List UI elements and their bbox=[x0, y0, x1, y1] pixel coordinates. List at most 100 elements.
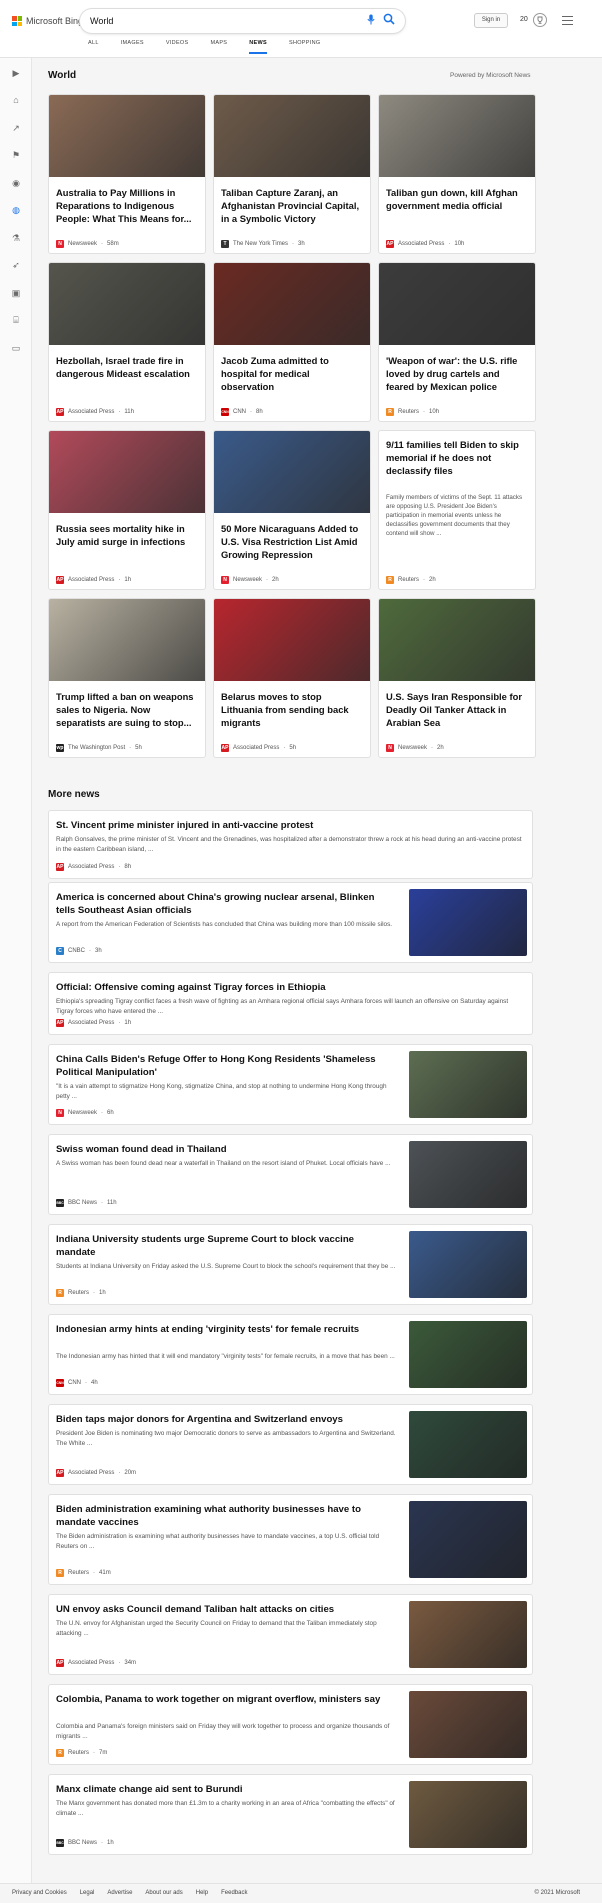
news-card-image[interactable] bbox=[214, 95, 370, 177]
news-card-image[interactable] bbox=[379, 263, 535, 345]
list-item-title[interactable]: Colombia, Panama to work together on mig… bbox=[56, 1693, 396, 1706]
news-card[interactable]: Hezbollah, Israel trade fire in dangerou… bbox=[48, 262, 206, 422]
list-item[interactable]: Manx climate change aid sent to Burundi T… bbox=[48, 1774, 533, 1855]
news-card[interactable]: Australia to Pay Millions in Reparations… bbox=[48, 94, 206, 254]
list-item-title[interactable]: Swiss woman found dead in Thailand bbox=[56, 1143, 396, 1156]
news-card-title[interactable]: Jacob Zuma admitted to hospital for medi… bbox=[221, 354, 365, 393]
list-item-title[interactable]: UN envoy asks Council demand Taliban hal… bbox=[56, 1603, 396, 1616]
list-item-title[interactable]: Official: Offensive coming against Tigra… bbox=[56, 981, 526, 994]
list-item-source[interactable]: R Reuters · 7m bbox=[56, 1749, 107, 1757]
news-card[interactable]: U.S. Says Iran Responsible for Deadly Oi… bbox=[378, 598, 536, 758]
news-card[interactable]: Trump lifted a ban on weapons sales to N… bbox=[48, 598, 206, 758]
tab-news[interactable]: NEWS bbox=[249, 40, 267, 54]
list-item[interactable]: America is concerned about China's growi… bbox=[48, 882, 533, 963]
expand-icon[interactable]: ▶ bbox=[9, 66, 23, 80]
list-item-source[interactable]: C CNBC · 3h bbox=[56, 947, 102, 955]
news-card-source[interactable]: N Newsweek · 58m bbox=[56, 240, 119, 248]
news-card[interactable]: Jacob Zuma admitted to hospital for medi… bbox=[213, 262, 371, 422]
news-card-image[interactable] bbox=[214, 263, 370, 345]
news-card-title[interactable]: Belarus moves to stop Lithuania from sen… bbox=[221, 690, 365, 729]
news-card-title[interactable]: Hezbollah, Israel trade fire in dangerou… bbox=[56, 354, 200, 380]
news-card[interactable]: Russia sees mortality hike in July amid … bbox=[48, 430, 206, 590]
list-item[interactable]: Biden administration examining what auth… bbox=[48, 1494, 533, 1585]
news-card-image[interactable] bbox=[49, 431, 205, 513]
hamburger-menu-icon[interactable] bbox=[562, 16, 573, 27]
search-input[interactable] bbox=[90, 14, 350, 28]
trending-icon[interactable]: ↗ bbox=[9, 121, 23, 135]
tab-all[interactable]: ALL bbox=[88, 40, 99, 54]
home-icon[interactable]: ⌂ bbox=[9, 93, 23, 107]
sign-in-button[interactable]: Sign in bbox=[474, 13, 508, 28]
tab-images[interactable]: IMAGES bbox=[121, 40, 144, 54]
news-card-image[interactable] bbox=[49, 263, 205, 345]
list-item-source[interactable]: AP Associated Press · 20m bbox=[56, 1469, 136, 1477]
list-item[interactable]: St. Vincent prime minister injured in an… bbox=[48, 810, 533, 879]
list-item-title[interactable]: St. Vincent prime minister injured in an… bbox=[56, 819, 526, 832]
list-item-source[interactable]: AP Associated Press · 34m bbox=[56, 1659, 136, 1667]
list-item-source[interactable]: BBC BBC News · 11h bbox=[56, 1199, 117, 1207]
list-item-source[interactable]: AP Associated Press · 8h bbox=[56, 863, 131, 871]
news-card-title[interactable]: Russia sees mortality hike in July amid … bbox=[56, 522, 200, 548]
list-item-title[interactable]: China Calls Biden's Refuge Offer to Hong… bbox=[56, 1053, 396, 1079]
news-card-title[interactable]: U.S. Says Iran Responsible for Deadly Oi… bbox=[386, 690, 530, 729]
news-card-source[interactable]: R Reuters · 10h bbox=[386, 408, 439, 416]
powered-by-label[interactable]: Powered by Microsoft News bbox=[450, 72, 531, 79]
news-card-title[interactable]: Taliban gun down, kill Afghan government… bbox=[386, 186, 530, 212]
rewards-points[interactable]: 20 bbox=[520, 16, 528, 23]
news-card-title[interactable]: Taliban Capture Zaranj, an Afghanistan P… bbox=[221, 186, 365, 225]
tab-shopping[interactable]: SHOPPING bbox=[289, 40, 320, 54]
tab-videos[interactable]: VIDEOS bbox=[166, 40, 189, 54]
list-item-source[interactable]: R Reuters · 1h bbox=[56, 1289, 106, 1297]
news-card-source[interactable]: CNN CNN · 8h bbox=[221, 408, 263, 416]
news-card-image[interactable] bbox=[214, 431, 370, 513]
news-card-title[interactable]: 9/11 families tell Biden to skip memoria… bbox=[386, 438, 530, 477]
footer-link-about-ads[interactable]: About our ads bbox=[145, 1890, 182, 1896]
list-item-thumbnail[interactable] bbox=[409, 1781, 527, 1848]
list-item[interactable]: Indonesian army hints at ending 'virgini… bbox=[48, 1314, 533, 1395]
list-item[interactable]: Swiss woman found dead in Thailand A Swis… bbox=[48, 1134, 533, 1215]
news-card-source[interactable]: AP Associated Press · 1h bbox=[56, 576, 131, 584]
list-item[interactable]: UN envoy asks Council demand Taliban hal… bbox=[48, 1594, 533, 1675]
microscope-icon[interactable]: ⚗ bbox=[9, 231, 23, 245]
list-item-thumbnail[interactable] bbox=[409, 1141, 527, 1208]
pin-icon[interactable]: ◉ bbox=[9, 176, 23, 190]
news-card-image[interactable] bbox=[379, 599, 535, 681]
news-card[interactable]: Taliban Capture Zaranj, an Afghanistan P… bbox=[213, 94, 371, 254]
list-item-source[interactable]: N Newsweek · 6h bbox=[56, 1109, 114, 1117]
rocket-icon[interactable]: ➶ bbox=[9, 258, 23, 272]
list-item-thumbnail[interactable] bbox=[409, 1691, 527, 1758]
microphone-icon[interactable] bbox=[365, 14, 377, 28]
news-card[interactable]: 50 More Nicaraguans Added to U.S. Visa R… bbox=[213, 430, 371, 590]
list-item-title[interactable]: Manx climate change aid sent to Burundi bbox=[56, 1783, 396, 1796]
film-icon[interactable]: ▣ bbox=[9, 286, 23, 300]
news-card-source[interactable]: T The New York Times · 3h bbox=[221, 240, 305, 248]
news-card-source[interactable]: N Newsweek · 2h bbox=[221, 576, 279, 584]
news-card-source[interactable]: AP Associated Press · 11h bbox=[56, 408, 134, 416]
news-card-source[interactable]: AP Associated Press · 10h bbox=[386, 240, 464, 248]
flag-icon[interactable]: ⚑ bbox=[9, 148, 23, 162]
list-item-source[interactable]: R Reuters · 41m bbox=[56, 1569, 111, 1577]
list-item-source[interactable]: AP Associated Press · 1h bbox=[56, 1019, 131, 1027]
list-item-thumbnail[interactable] bbox=[409, 1501, 527, 1578]
news-card-source[interactable]: R Reuters · 2h bbox=[386, 576, 436, 584]
list-item[interactable]: Official: Offensive coming against Tigra… bbox=[48, 972, 533, 1035]
card-icon[interactable]: ▭ bbox=[9, 341, 23, 355]
news-card-image[interactable] bbox=[49, 95, 205, 177]
news-card[interactable]: 9/11 families tell Biden to skip memoria… bbox=[378, 430, 536, 590]
list-item-title[interactable]: Biden taps major donors for Argentina an… bbox=[56, 1413, 396, 1426]
list-item-thumbnail[interactable] bbox=[409, 1321, 527, 1388]
list-item-source[interactable]: BBC BBC News · 1h bbox=[56, 1839, 114, 1847]
list-item[interactable]: Indiana University students urge Supreme… bbox=[48, 1224, 533, 1305]
list-item-thumbnail[interactable] bbox=[409, 1051, 527, 1118]
list-item-title[interactable]: Biden administration examining what auth… bbox=[56, 1503, 396, 1529]
news-card-title[interactable]: Trump lifted a ban on weapons sales to N… bbox=[56, 690, 200, 729]
list-item-thumbnail[interactable] bbox=[409, 1601, 527, 1668]
news-card-source[interactable]: AP Associated Press · 5h bbox=[221, 744, 296, 752]
footer-link-feedback[interactable]: Feedback bbox=[221, 1890, 247, 1896]
list-item[interactable]: Biden taps major donors for Argentina an… bbox=[48, 1404, 533, 1485]
news-card-title[interactable]: 50 More Nicaraguans Added to U.S. Visa R… bbox=[221, 522, 365, 561]
footer-link-help[interactable]: Help bbox=[196, 1890, 208, 1896]
list-item-source[interactable]: CNN CNN · 4h bbox=[56, 1379, 98, 1387]
news-card[interactable]: 'Weapon of war': the U.S. rifle loved by… bbox=[378, 262, 536, 422]
bing-logo[interactable]: Microsoft Bing bbox=[12, 16, 83, 26]
